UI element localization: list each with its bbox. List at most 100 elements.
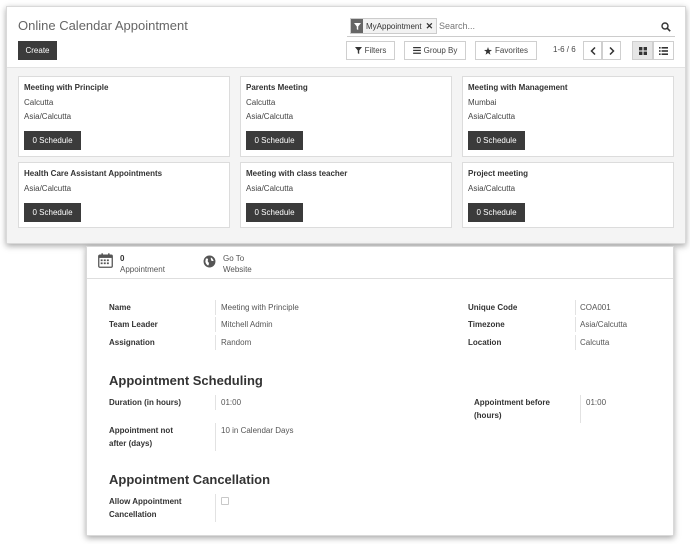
card-timezone: Asia/Calcutta — [468, 112, 516, 121]
location-label: Location — [468, 338, 502, 347]
field-separator — [580, 395, 581, 423]
field-separator — [215, 395, 216, 410]
grid-icon — [638, 46, 647, 55]
name-label: Name — [109, 303, 131, 312]
groupby-button[interactable]: Group By — [404, 41, 466, 60]
card-timezone: Asia/Calcutta — [246, 112, 294, 121]
card-timezone: Asia/Calcutta — [468, 184, 516, 193]
schedule-button[interactable]: 0 Schedule — [24, 203, 81, 222]
card-title: Health Care Assistant Appointments — [24, 169, 163, 178]
card-title: Meeting with class teacher — [246, 169, 348, 178]
field-separator — [215, 300, 216, 315]
team-leader-field[interactable]: Mitchell Admin — [221, 318, 273, 331]
cancellation-section-title: Appointment Cancellation — [109, 472, 271, 487]
location-field[interactable]: Calcutta — [580, 336, 609, 349]
duration-field[interactable]: 01:00 — [221, 396, 241, 409]
allow-cancellation-checkbox[interactable] — [221, 497, 229, 505]
filter-icon — [351, 19, 363, 33]
chevron-left-icon — [589, 46, 596, 55]
unique-code-field[interactable]: COA001 — [580, 301, 611, 314]
name-field[interactable]: Meeting with Principle — [221, 301, 299, 314]
field-separator — [215, 423, 216, 451]
appointment-label: Appointment — [120, 265, 165, 274]
card-timezone: Asia/Calcutta — [24, 112, 72, 121]
groupby-label: Group By — [423, 46, 458, 55]
search-bar[interactable]: MyAppointment ✕ — [347, 17, 675, 37]
chevron-right-icon — [608, 46, 615, 55]
favorites-button[interactable]: Favorites — [475, 41, 537, 60]
card-location: Mumbai — [468, 98, 497, 107]
timezone-label: Timezone — [468, 320, 505, 329]
not-after-label-line1: Appointment not — [109, 426, 173, 435]
kanban-window: Online Calendar Appointment MyAppointmen… — [6, 6, 686, 244]
card-location: Calcutta — [24, 98, 54, 107]
not-after-field[interactable]: 10 in Calendar Days — [221, 424, 293, 437]
card-timezone: Asia/Calcutta — [24, 184, 72, 193]
search-facet[interactable]: MyAppointment ✕ — [350, 18, 438, 34]
kanban-area: Meeting with Principle Calcutta Asia/Cal… — [7, 67, 685, 243]
scheduling-section-title: Appointment Scheduling — [109, 373, 263, 388]
before-label-line2: (hours) — [474, 411, 502, 420]
website-label-line2: Website — [223, 265, 252, 274]
appointment-smart-button[interactable]: 0 Appointment — [98, 253, 165, 277]
not-after-label-line2: after (days) — [109, 439, 153, 448]
field-separator — [215, 317, 216, 332]
card-location: Calcutta — [246, 98, 276, 107]
field-separator — [575, 317, 576, 332]
schedule-button[interactable]: 0 Schedule — [246, 203, 303, 222]
before-label-line1: Appointment before — [474, 398, 550, 407]
field-separator — [215, 335, 216, 350]
appointment-count: 0 — [120, 254, 125, 263]
schedule-button[interactable]: 0 Schedule — [24, 131, 81, 150]
kanban-view-button[interactable] — [632, 41, 653, 60]
form-divider — [87, 278, 673, 279]
website-label-line1: Go To — [223, 254, 245, 263]
list-view-button[interactable] — [653, 41, 674, 60]
pager-previous-button[interactable] — [583, 41, 602, 60]
assignation-label: Assignation — [109, 338, 155, 347]
pager-value[interactable]: 1-6 / 6 — [553, 45, 576, 54]
kanban-card[interactable]: Project meeting Asia/Calcutta 0 Schedule — [462, 162, 674, 228]
star-icon — [484, 46, 493, 55]
list-icon — [412, 47, 421, 54]
search-input[interactable] — [439, 19, 639, 33]
card-title: Project meeting — [468, 169, 529, 178]
field-separator — [575, 300, 576, 315]
kanban-card[interactable]: Meeting with Management Mumbai Asia/Calc… — [462, 76, 674, 157]
pager-next-button[interactable] — [602, 41, 621, 60]
field-separator — [215, 494, 216, 522]
card-timezone: Asia/Calcutta — [246, 184, 294, 193]
timezone-field[interactable]: Asia/Calcutta — [580, 318, 627, 331]
list-icon — [659, 46, 668, 55]
team-leader-label: Team Leader — [109, 320, 158, 329]
kanban-card[interactable]: Parents Meeting Calcutta Asia/Calcutta 0… — [240, 76, 452, 157]
schedule-button[interactable]: 0 Schedule — [468, 203, 525, 222]
create-button[interactable]: Create — [18, 41, 57, 60]
unique-code-label: Unique Code — [468, 303, 518, 312]
kanban-card[interactable]: Meeting with class teacher Asia/Calcutta… — [240, 162, 452, 228]
go-to-website-button[interactable]: Go To Website — [203, 253, 252, 277]
favorites-label: Favorites — [495, 46, 528, 55]
duration-label: Duration (in hours) — [109, 398, 181, 407]
form-window: 0 Appointment Go To Website Name Meeting… — [86, 246, 674, 536]
assignation-field[interactable]: Random — [221, 336, 251, 349]
kanban-card[interactable]: Health Care Assistant Appointments Asia/… — [18, 162, 230, 228]
schedule-button[interactable]: 0 Schedule — [468, 131, 525, 150]
filters-label: Filters — [364, 46, 387, 55]
search-icon[interactable] — [661, 19, 673, 33]
page-title: Online Calendar Appointment — [18, 18, 188, 33]
facet-remove-icon[interactable]: ✕ — [425, 19, 437, 33]
schedule-button[interactable]: 0 Schedule — [246, 131, 303, 150]
allow-cancellation-label-line2: Cancellation — [109, 510, 157, 519]
card-title: Meeting with Management — [468, 83, 568, 92]
filter-icon — [354, 47, 362, 54]
card-title: Meeting with Principle — [24, 83, 109, 92]
kanban-card[interactable]: Meeting with Principle Calcutta Asia/Cal… — [18, 76, 230, 157]
card-title: Parents Meeting — [246, 83, 308, 92]
filters-button[interactable]: Filters — [346, 41, 395, 60]
before-field[interactable]: 01:00 — [586, 396, 606, 409]
allow-cancellation-label-line1: Allow Appointment — [109, 497, 182, 506]
globe-icon — [203, 255, 216, 268]
field-separator — [575, 335, 576, 350]
facet-value: MyAppointment — [366, 21, 422, 31]
